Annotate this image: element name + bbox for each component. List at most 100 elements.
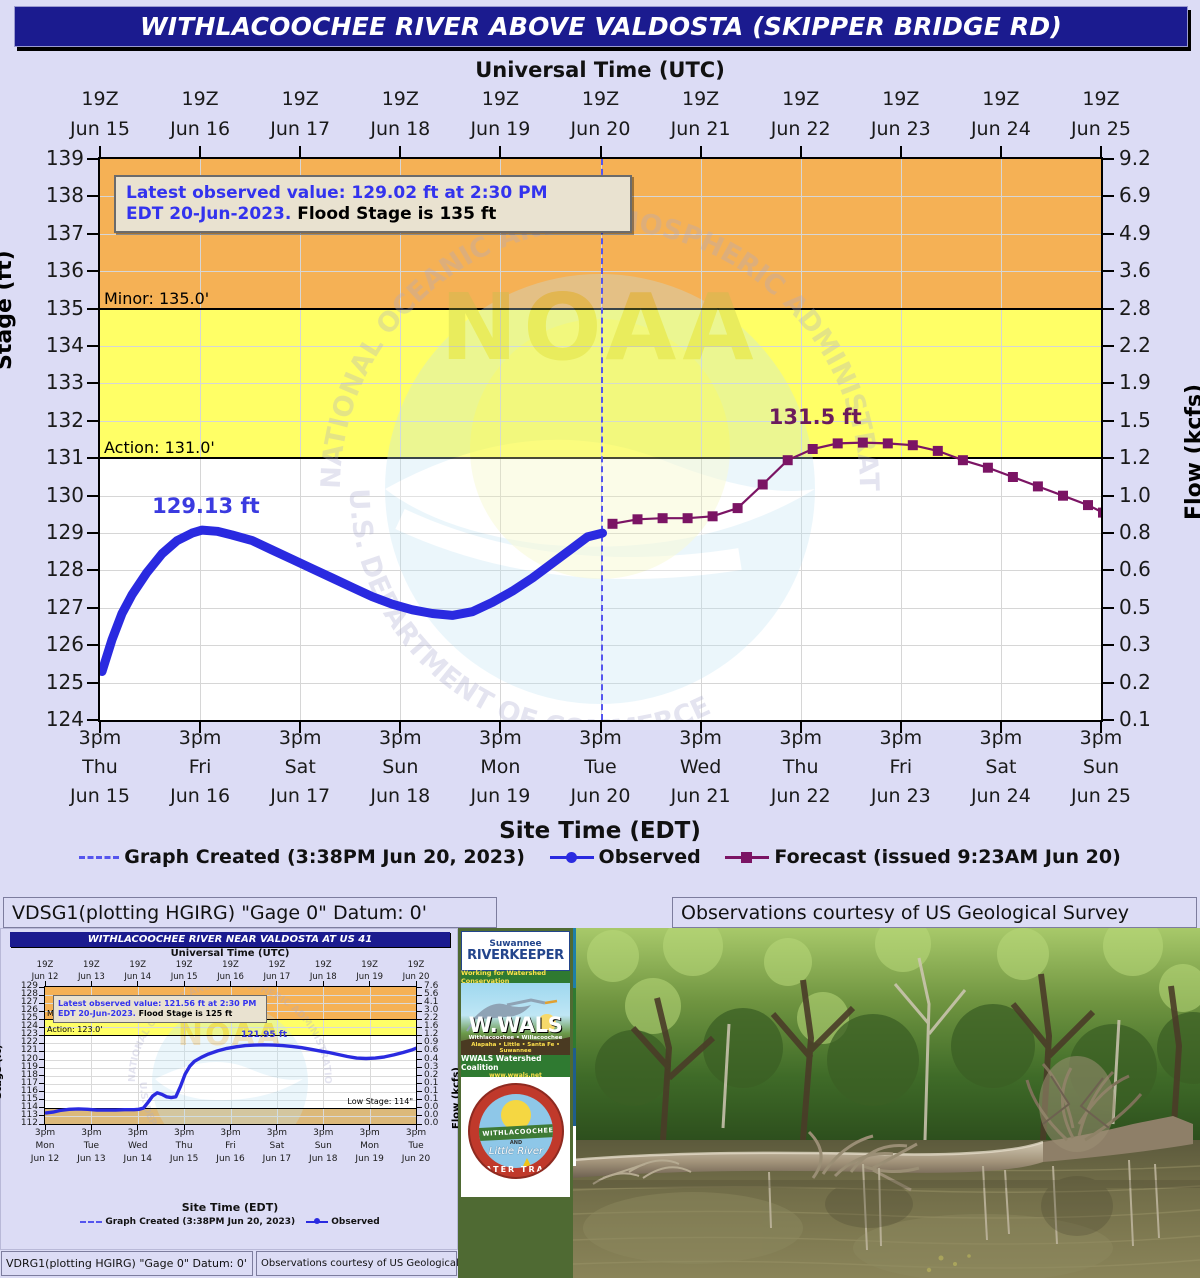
forecast-marker-icon (725, 851, 770, 863)
y2-tick-label: 9.2 (1119, 146, 1151, 170)
utc-tick: 19Z (1082, 88, 1120, 110)
local-tick-dow: Sat (284, 756, 316, 778)
y2-tick-label: 1.5 (1119, 407, 1151, 432)
y2-axis-title: Flow (kcfs) (1182, 383, 1200, 520)
observed-value-line2: EDT 20-Jun-2023. Flood Stage is 135 ft (126, 203, 497, 224)
main-hydrograph-panel: WITHLACOOCHEE RIVER ABOVE VALDOSTA (SKIP… (0, 0, 1200, 893)
water-trail-green-band: WITHLACOOCHEE (479, 1123, 553, 1142)
latest-observed-value-box: Latest observed value: 129.02 ft at 2:30… (114, 175, 632, 234)
river-photo-illustration (573, 928, 1200, 1278)
inset-observed-marker-icon (306, 1218, 329, 1225)
local-tick-date: Jun 22 (770, 785, 831, 807)
utc-tick-date: Jun 18 (370, 118, 431, 140)
local-tick-date: Jun 25 (1071, 785, 1131, 807)
utc-tick-date: Jun 24 (970, 118, 1031, 140)
local-tick-dow: Thu (782, 756, 819, 778)
water-trail-seal: WITHLACOOCHEE AND Little River WATER TRA… (468, 1083, 564, 1179)
local-tick-date: Jun 18 (370, 785, 431, 807)
water-trail-bottom-text: WATER TRAIL (475, 1165, 557, 1174)
local-tick-time: 3pm (178, 727, 222, 749)
riverkeeper-line2: RIVERKEEPER (467, 947, 564, 963)
x-axis-title: Site Time (EDT) (499, 818, 701, 844)
local-tick-time: 3pm (1079, 727, 1123, 749)
y2-tick-label: 6.9 (1119, 183, 1151, 208)
utc-tick: 19Z (782, 88, 820, 110)
inset-y-tick: 129 (20, 981, 38, 991)
local-tick-date: Jun 16 (170, 785, 231, 807)
local-tick-dow: Thu (82, 756, 118, 778)
y-tick-label: 129 (45, 520, 84, 544)
inset-footer-strip: VDRG1(plotting HGIRG) "Gage 0" Datum: 0'… (0, 1251, 497, 1277)
water-trail-top-text: WITHLACOOCHEE (482, 1126, 553, 1138)
river-scene-photo (573, 928, 1200, 1278)
utc-tick: 19Z (481, 88, 519, 110)
y-tick-label: 135 (45, 295, 84, 320)
utc-tick: 19Z (81, 88, 119, 110)
local-tick-dow: Sun (382, 756, 419, 778)
main-chart-title-bar: WITHLACOOCHEE RIVER ABOVE VALDOSTA (SKIP… (14, 6, 1188, 47)
utc-tick: 19Z (581, 88, 620, 110)
local-tick-date: Jun 15 (70, 785, 130, 807)
local-tick-date: Jun 24 (970, 785, 1031, 807)
main-footer-strip: VDSG1(plotting HGIRG) "Gage 0" Datum: 0'… (0, 897, 1200, 928)
inset-dashed-line-icon (80, 1220, 103, 1223)
inset-y2-tick: 7.6 (424, 981, 439, 991)
y-tick-label: 126 (45, 632, 84, 657)
local-tick-time: 3pm (979, 727, 1023, 749)
wwals-coalition-bar: WWALS Watershed Coalition www.wwals.net (461, 1053, 570, 1079)
y2-tick-label: 0.2 (1119, 669, 1151, 694)
utc-tick: 19Z (281, 88, 319, 110)
suwannee-riverkeeper-logo: Suwannee RIVERKEEPER (461, 931, 570, 971)
utc-tick-date: Jun 17 (270, 118, 331, 140)
coalition-name: WWALS Watershed Coalition (461, 1053, 542, 1072)
local-tick-time: 3pm (579, 727, 622, 749)
wwals-rivers-line1: Withlacoochee • Willacoochee (468, 1035, 563, 1041)
riverkeeper-tagline-bar: Working for Watershed Conservation (461, 969, 570, 985)
y2-tick-label: 0.6 (1119, 557, 1151, 582)
chart-legend: Graph Created (3:38PM Jun 20, 2023) Obse… (0, 845, 1200, 868)
y-tick-label: 132 (45, 407, 84, 432)
inset-observations-credit: Observations courtesy of US Geological S… (256, 1251, 497, 1276)
y2-tick-label: 0.8 (1119, 520, 1151, 544)
dashed-line-icon (79, 855, 120, 859)
utc-tick: 19Z (681, 88, 720, 110)
inset-hydrograph-panel: WITHLACOOCHEE RIVER NEAR VALDOSTA AT US … (0, 928, 462, 1250)
water-trail-inner-circle: WITHLACOOCHEE AND Little River (479, 1094, 553, 1168)
local-tick-time: 3pm (679, 727, 722, 749)
local-tick-date: Jun 19 (470, 785, 531, 807)
y-tick-label: 136 (45, 258, 84, 283)
y-tick-label: 125 (45, 669, 84, 694)
utc-tick-date: Jun 23 (870, 118, 931, 140)
local-tick-dow: Sun (1082, 756, 1120, 778)
y2-tick-label: 1.9 (1119, 370, 1151, 395)
y-tick-label: 128 (45, 557, 84, 582)
observed-peak-annotation: 129.13 ft (152, 494, 260, 519)
legend-graph-created: Graph Created (3:38PM Jun 20, 2023) (79, 846, 525, 868)
local-tick-date: Jun 21 (670, 785, 731, 807)
page-root: WITHLACOOCHEE RIVER ABOVE VALDOSTA (SKIP… (0, 0, 1200, 1278)
y-tick-label: 130 (45, 482, 84, 507)
inset-y-axis-title: Stage (ft) (0, 1044, 4, 1099)
wwals-wordmark: W.WALS (468, 1013, 563, 1037)
y-tick-label: 133 (45, 370, 84, 395)
y-tick-label: 137 (45, 220, 84, 245)
y2-tick-label: 4.9 (1119, 220, 1151, 245)
inset-legend: Graph Created (3:38PM Jun 20, 2023) Obse… (1, 1217, 459, 1227)
y2-tick-label: 0.3 (1119, 632, 1151, 657)
legend-forecast: Forecast (issued 9:23AM Jun 20) (725, 846, 1121, 868)
water-trail-mid-text: Little River (488, 1146, 544, 1157)
local-tick-date: Jun 23 (870, 785, 931, 807)
utc-tick: 19Z (181, 88, 219, 110)
utc-tick-date: Jun 16 (170, 118, 231, 140)
local-tick-dow: Tue (584, 756, 617, 778)
utc-tick-date: Jun 25 (1071, 118, 1131, 140)
wwals-rivers-line2: Alapaha • Little • Santa Fe • Suwannee (471, 1042, 560, 1054)
utc-tick-date: Jun 21 (670, 118, 731, 140)
y-tick-label: 131 (45, 445, 84, 470)
hydrograph-plot-area: Minor: 135.0' Action: 131.0' NOAA NATION… (98, 157, 1103, 722)
inset-plot-area: NOAA NATIONAL OCEANIC AND ATMOSPHERIC AD… (44, 986, 417, 1125)
y2-tick-label: 3.6 (1119, 258, 1151, 283)
local-tick-time: 3pm (779, 727, 823, 749)
y-tick-label: 138 (45, 183, 84, 208)
page-title: WITHLACOOCHEE RIVER ABOVE VALDOSTA (SKIP… (140, 12, 1062, 41)
